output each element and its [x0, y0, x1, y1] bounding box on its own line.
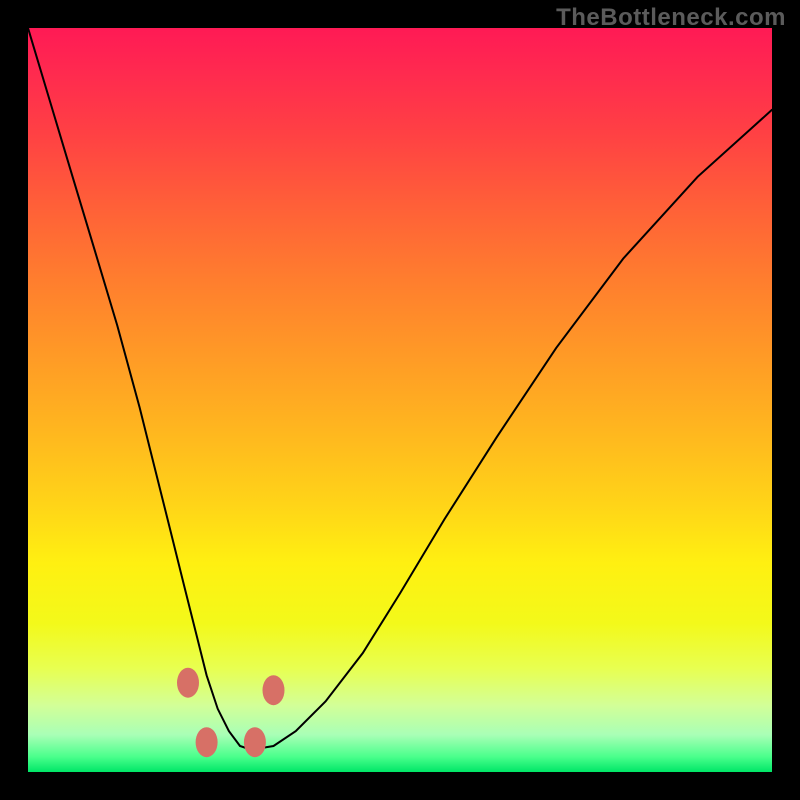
- right-lower-blob: [244, 727, 266, 757]
- curve-markers: [177, 668, 285, 758]
- watermark[interactable]: TheBottleneck.com: [556, 4, 786, 32]
- watermark-link[interactable]: TheBottleneck.com: [556, 4, 786, 31]
- right-upper-blob: [263, 675, 285, 705]
- bottleneck-curve-path: [28, 28, 772, 750]
- chart-plot-area: [28, 28, 772, 772]
- left-lower-blob: [196, 727, 218, 757]
- bottleneck-curve-svg: [28, 28, 772, 772]
- left-upper-blob: [177, 668, 199, 698]
